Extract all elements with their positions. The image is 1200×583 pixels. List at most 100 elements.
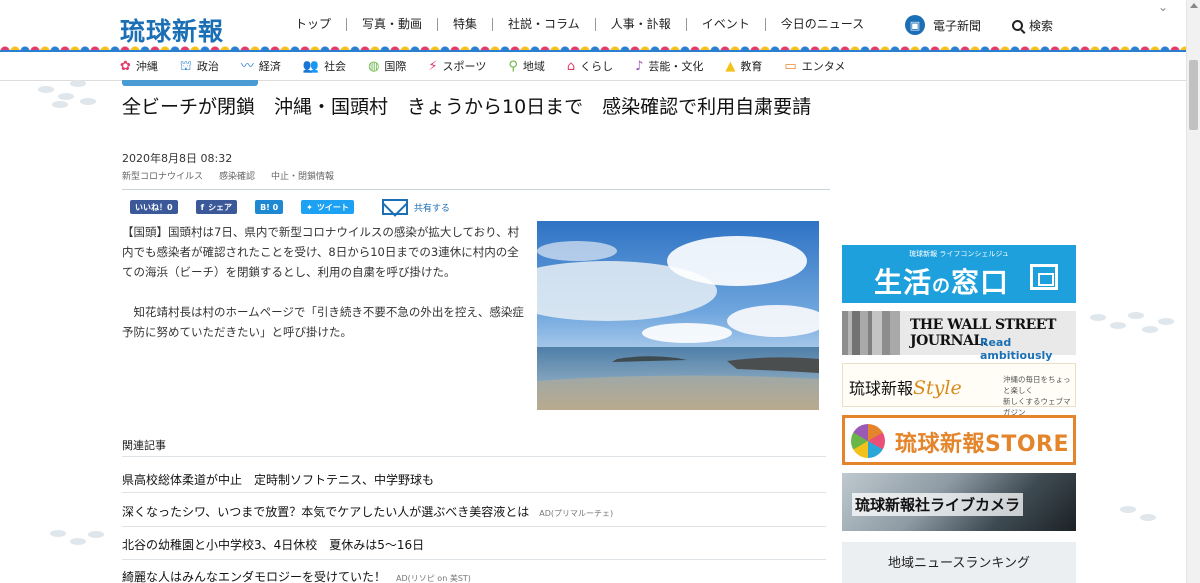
divider bbox=[122, 492, 826, 493]
category-1[interactable]: ⛫ 政治 bbox=[180, 58, 219, 74]
digital-newspaper-link[interactable]: ▣ 電子新聞 bbox=[905, 15, 981, 35]
nav-features[interactable]: 特集 bbox=[438, 18, 494, 31]
music-icon: ♪ bbox=[635, 58, 644, 74]
related-ad-link[interactable]: 深くなったシワ、いつまで放置？本気でケアしたい人が選ぶべき美容液とは AD(プリ… bbox=[122, 503, 613, 520]
related-article-title: 県高校総体柔道が中止 定時制ソフトテニス、中学野球も bbox=[122, 473, 435, 487]
scroll-up-icon[interactable] bbox=[1190, 3, 1198, 8]
fish-icon bbox=[1120, 506, 1136, 513]
article-date: 2020年8月8日 08:32 bbox=[122, 152, 233, 165]
fish-icon bbox=[80, 98, 96, 105]
article-paragraph: 【国頭】国頭村は7日、県内で新型コロナウイルスの感染が拡大しており、村内でも感染… bbox=[122, 225, 520, 279]
breadcrumb[interactable] bbox=[122, 80, 258, 86]
wsj-banner[interactable]: THE WALL STREET JOURNAL. Read ambitiousl… bbox=[842, 311, 1076, 362]
nav-photo-video[interactable]: 写真・動画 bbox=[347, 18, 439, 31]
mail-share-button[interactable]: 共有する bbox=[381, 199, 450, 215]
search-button[interactable]: 検索 bbox=[1012, 17, 1053, 34]
category-6[interactable]: ⚲ 地域 bbox=[508, 58, 545, 74]
facebook-icon: f bbox=[200, 202, 205, 212]
global-nav: トップ 写真・動画 特集 社説・コラム 人事・訃報 イベント 今日のニュース bbox=[280, 18, 879, 31]
fish-icon bbox=[88, 531, 104, 538]
tag-link[interactable]: 新型コロナウイルス bbox=[122, 169, 203, 182]
tag-link[interactable]: 中止・閉鎖情報 bbox=[271, 169, 334, 182]
regional-ranking-header[interactable]: 地域ニュースランキング bbox=[842, 542, 1076, 583]
article-photo[interactable] bbox=[537, 221, 819, 410]
tv-icon: ▭ bbox=[784, 58, 797, 74]
banner-title-part: 生活 bbox=[874, 266, 933, 299]
category-2[interactable]: 〰経済 bbox=[241, 58, 281, 74]
nav-todays-news[interactable]: 今日のニュース bbox=[766, 18, 879, 31]
skyline-image bbox=[842, 311, 900, 355]
category-5[interactable]: ⚡ スポーツ bbox=[428, 58, 486, 74]
digital-newspaper-label: 電子新聞 bbox=[933, 18, 982, 33]
category-label: 経済 bbox=[258, 60, 281, 73]
share-bar: いいね！0 f シェア B! 0 ✦ ツイート 共有する bbox=[130, 199, 450, 215]
facebook-share-button[interactable]: f シェア bbox=[195, 200, 238, 214]
divider bbox=[122, 526, 826, 527]
chart-icon: 〰 bbox=[240, 58, 254, 74]
pin-icon: ⚲ bbox=[508, 58, 518, 74]
live-camera-title: 琉球新報社ライブカメラ bbox=[852, 493, 1024, 516]
ryukyu-style-banner[interactable]: 琉球新報Style 沖縄の毎日をちょっと楽しく 新しくするウェブマガジン bbox=[842, 363, 1076, 417]
banner-title-part: の bbox=[932, 276, 952, 297]
nav-top[interactable]: トップ bbox=[280, 18, 348, 31]
related-ad-link[interactable]: 綺麗な人はみんなエンダモロジーを受けていた！ AD(リソピ on 美ST) bbox=[122, 568, 471, 583]
divider bbox=[122, 456, 826, 457]
live-camera-banner[interactable]: 琉球新報社ライブカメラ bbox=[842, 473, 1076, 531]
category-label: 政治 bbox=[196, 60, 219, 73]
nav-editorial[interactable]: 社説・コラム bbox=[493, 18, 596, 31]
category-3[interactable]: 👥 社会 bbox=[303, 58, 346, 74]
search-label: 検索 bbox=[1029, 19, 1054, 33]
tweet-label: ツイート bbox=[316, 202, 349, 212]
category-9[interactable]: ▲ 教育 bbox=[725, 58, 762, 74]
life-concierge-banner[interactable]: 琉球新報 ライフコンシェルジュ 生活の窓口 bbox=[842, 245, 1076, 303]
fish-icon bbox=[1158, 318, 1174, 325]
mail-share-label: 共有する bbox=[413, 203, 450, 214]
article-paragraph: 知花靖村長は村のホームページで「引き続き不要不急の外出を控え、感染症予防に努めて… bbox=[122, 305, 524, 339]
fish-icon bbox=[38, 86, 54, 93]
share-label: シェア bbox=[208, 202, 233, 212]
category-label: 沖縄 bbox=[135, 60, 158, 73]
parliament-icon: ⛫ bbox=[179, 58, 192, 74]
tweet-button[interactable]: ✦ ツイート bbox=[301, 200, 354, 214]
category-8[interactable]: ♪ 芸能・文化 bbox=[635, 58, 703, 74]
fish-icon bbox=[1128, 312, 1144, 319]
scrollbar[interactable] bbox=[1186, 0, 1200, 583]
category-label: 地域 bbox=[522, 60, 545, 73]
divider bbox=[122, 559, 826, 560]
beach-photo-image bbox=[537, 221, 819, 410]
related-articles-heading: 関連記事 bbox=[122, 439, 166, 452]
store-banner[interactable]: 琉球新報STORE bbox=[842, 415, 1076, 465]
ranking-title: 地域ニュースランキング bbox=[888, 556, 1030, 571]
banner-title-part: 窓口 bbox=[951, 266, 1010, 299]
facebook-like-button[interactable]: いいね！0 bbox=[130, 200, 178, 214]
fish-icon bbox=[58, 93, 74, 100]
hatena-bookmark-button[interactable]: B! 0 bbox=[255, 200, 284, 214]
related-article-title: 深くなったシワ、いつまで放置？本気でケアしたい人が選ぶべき美容液とは bbox=[122, 505, 530, 519]
related-article-link[interactable]: 北谷の幼稚園と小中学校3、4日休校 夏休みは5～16日 bbox=[122, 536, 424, 553]
ad-label: AD(リソピ on 美ST) bbox=[396, 574, 471, 583]
runner-icon: ⚡ bbox=[428, 58, 438, 74]
nav-personnel[interactable]: 人事・訃報 bbox=[596, 18, 687, 31]
ad-label: AD(プリマルーチェ) bbox=[539, 509, 614, 518]
tag-link[interactable]: 感染確認 bbox=[219, 169, 255, 182]
category-4[interactable]: ◍ 国際 bbox=[368, 58, 406, 74]
category-label: 国際 bbox=[384, 60, 407, 73]
fish-icon bbox=[70, 80, 86, 87]
fish-icon bbox=[1140, 514, 1156, 521]
category-10[interactable]: ▭ エンタメ bbox=[784, 58, 845, 74]
fish-icon bbox=[52, 101, 68, 108]
related-article-link[interactable]: 県高校総体柔道が中止 定時制ソフトテニス、中学野球も bbox=[122, 471, 434, 488]
hatena-label: B! 0 bbox=[260, 202, 279, 212]
fish-icon bbox=[1142, 326, 1158, 333]
banner-title: 生活の窓口 bbox=[874, 261, 1009, 301]
category-label: 教育 bbox=[740, 60, 763, 73]
store-title: 琉球新報STORE bbox=[895, 432, 1070, 457]
graduation-icon: ▲ bbox=[725, 58, 736, 74]
nav-events[interactable]: イベント bbox=[687, 18, 766, 31]
style-tagline-line: 沖縄の毎日をちょっと楽しく bbox=[1003, 375, 1071, 395]
scrollbar-thumb[interactable] bbox=[1189, 60, 1198, 130]
chevron-down-icon[interactable]: ⌄ bbox=[1158, 0, 1168, 14]
category-0[interactable]: ✿ 沖縄 bbox=[120, 58, 158, 74]
category-7[interactable]: ⌂ くらし bbox=[567, 58, 613, 74]
twitter-icon: ✦ bbox=[306, 202, 313, 212]
